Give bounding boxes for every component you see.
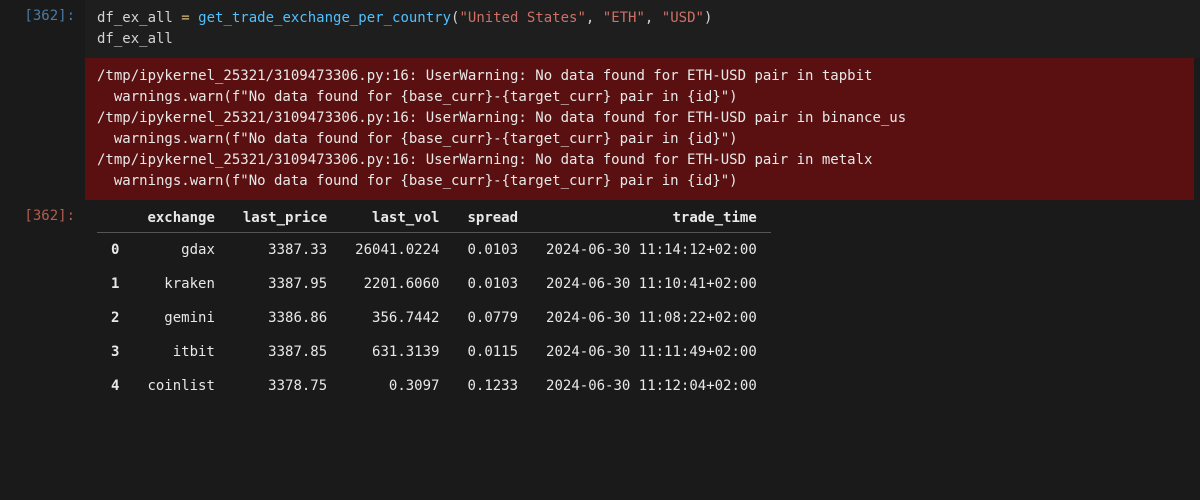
code-input[interactable]: df_ex_all = get_trade_exchange_per_count…	[85, 0, 1200, 58]
dataframe-output: exchange last_price last_vol spread trad…	[85, 200, 1200, 403]
cell-last-price: 3378.75	[229, 369, 341, 403]
dataframe-table: exchange last_price last_vol spread trad…	[97, 204, 771, 403]
table-row: 3 itbit 3387.85 631.3139 0.0115 2024-06-…	[97, 335, 771, 369]
output-cell: [362]: exchange last_price last_vol spre…	[0, 200, 1200, 403]
col-trade-time: trade_time	[532, 204, 771, 233]
cell-spread: 0.0115	[453, 335, 532, 369]
col-exchange: exchange	[133, 204, 228, 233]
cell-idx: 4	[97, 369, 133, 403]
code-arg2: "ETH"	[603, 10, 645, 26]
warn-line: /tmp/ipykernel_25321/3109473306.py:16: U…	[97, 68, 872, 84]
cell-last-vol: 0.3097	[341, 369, 453, 403]
table-row: 2 gemini 3386.86 356.7442 0.0779 2024-06…	[97, 301, 771, 335]
cell-trade-time: 2024-06-30 11:14:12+02:00	[532, 233, 771, 268]
cell-spread: 0.0779	[453, 301, 532, 335]
cell-last-vol: 356.7442	[341, 301, 453, 335]
output-prompt-label: [362]:	[0, 200, 85, 232]
stderr-prompt-spacer	[0, 58, 85, 74]
cell-last-price: 3387.85	[229, 335, 341, 369]
col-idx	[97, 204, 133, 233]
cell-spread: 0.0103	[453, 267, 532, 301]
cell-idx: 1	[97, 267, 133, 301]
warn-line: /tmp/ipykernel_25321/3109473306.py:16: U…	[97, 110, 906, 126]
table-row: 4 coinlist 3378.75 0.3097 0.1233 2024-06…	[97, 369, 771, 403]
cell-exchange: itbit	[133, 335, 228, 369]
code-sep2: ,	[645, 10, 662, 26]
cell-idx: 2	[97, 301, 133, 335]
warning-output: /tmp/ipykernel_25321/3109473306.py:16: U…	[85, 58, 1194, 200]
table-header-row: exchange last_price last_vol spread trad…	[97, 204, 771, 233]
code-close: )	[704, 10, 712, 26]
cell-exchange: kraken	[133, 267, 228, 301]
cell-idx: 0	[97, 233, 133, 268]
cell-trade-time: 2024-06-30 11:12:04+02:00	[532, 369, 771, 403]
input-prompt-label: [362]:	[0, 0, 85, 32]
warn-line: /tmp/ipykernel_25321/3109473306.py:16: U…	[97, 152, 872, 168]
cell-last-price: 3387.95	[229, 267, 341, 301]
code-op: =	[173, 10, 198, 26]
cell-trade-time: 2024-06-30 11:11:49+02:00	[532, 335, 771, 369]
code-arg3: "USD"	[662, 10, 704, 26]
warn-line: warnings.warn(f"No data found for {base_…	[97, 173, 738, 189]
code-line2: df_ex_all	[97, 31, 173, 47]
code-fn: get_trade_exchange_per_country	[198, 10, 451, 26]
cell-last-vol: 26041.0224	[341, 233, 453, 268]
cell-exchange: gdax	[133, 233, 228, 268]
cell-last-vol: 2201.6060	[341, 267, 453, 301]
col-last-price: last_price	[229, 204, 341, 233]
cell-idx: 3	[97, 335, 133, 369]
cell-trade-time: 2024-06-30 11:08:22+02:00	[532, 301, 771, 335]
cell-last-price: 3386.86	[229, 301, 341, 335]
code-sep1: ,	[586, 10, 603, 26]
warn-line: warnings.warn(f"No data found for {base_…	[97, 131, 738, 147]
cell-exchange: coinlist	[133, 369, 228, 403]
stderr-cell: /tmp/ipykernel_25321/3109473306.py:16: U…	[0, 58, 1200, 200]
cell-exchange: gemini	[133, 301, 228, 335]
input-cell: [362]: df_ex_all = get_trade_exchange_pe…	[0, 0, 1200, 58]
code-arg1: "United States"	[459, 10, 585, 26]
cell-spread: 0.0103	[453, 233, 532, 268]
cell-last-price: 3387.33	[229, 233, 341, 268]
code-var: df_ex_all	[97, 10, 173, 26]
table-row: 0 gdax 3387.33 26041.0224 0.0103 2024-06…	[97, 233, 771, 268]
cell-last-vol: 631.3139	[341, 335, 453, 369]
table-row: 1 kraken 3387.95 2201.6060 0.0103 2024-0…	[97, 267, 771, 301]
warn-line: warnings.warn(f"No data found for {base_…	[97, 89, 738, 105]
col-spread: spread	[453, 204, 532, 233]
cell-spread: 0.1233	[453, 369, 532, 403]
col-last-vol: last_vol	[341, 204, 453, 233]
cell-trade-time: 2024-06-30 11:10:41+02:00	[532, 267, 771, 301]
